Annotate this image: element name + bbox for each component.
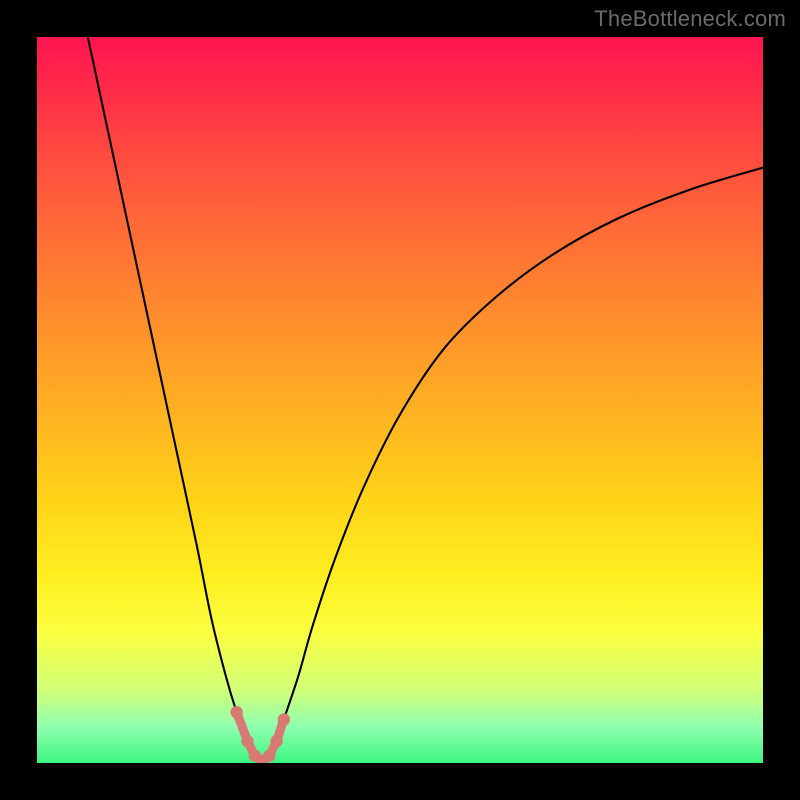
bottleneck-curve	[88, 37, 763, 761]
curve-markers	[230, 706, 290, 763]
chart-plot-area	[37, 37, 763, 763]
chart-svg	[37, 37, 763, 763]
watermark-text: TheBottleneck.com	[594, 6, 786, 32]
